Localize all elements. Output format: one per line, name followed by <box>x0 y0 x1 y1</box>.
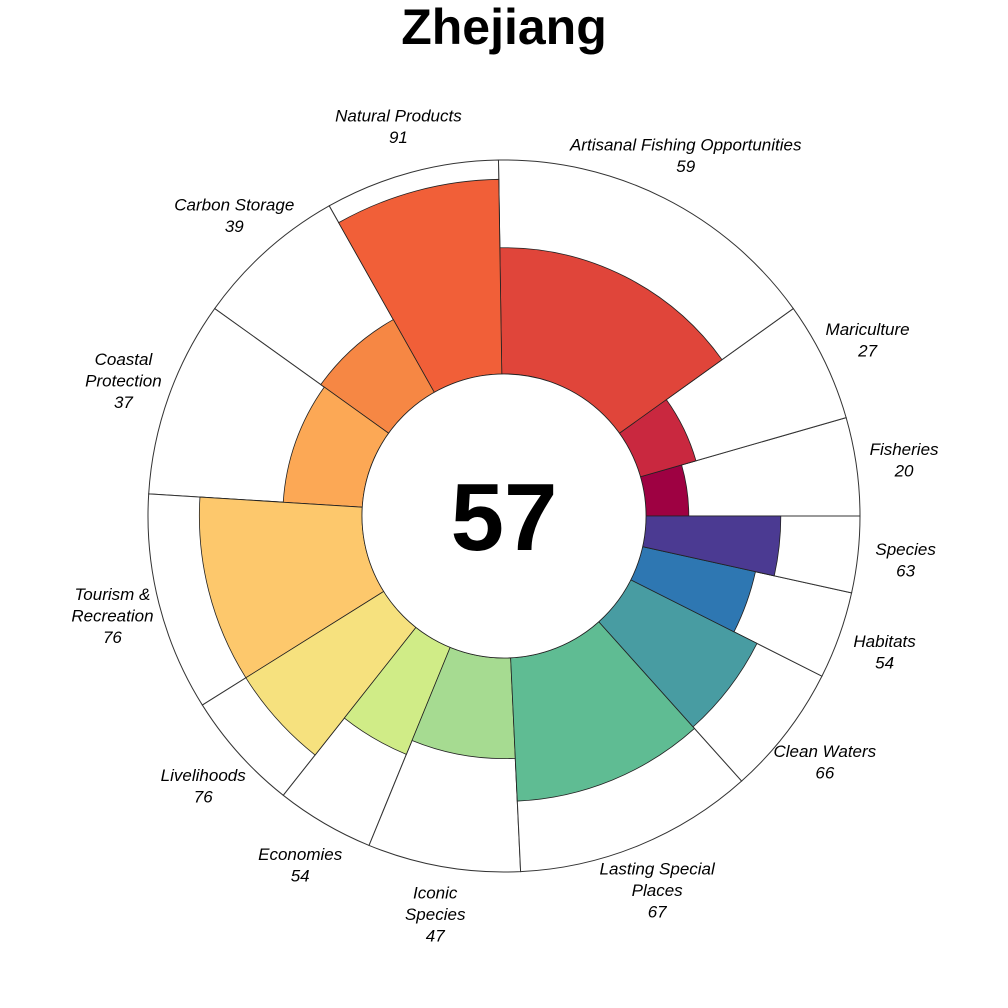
petal-value: 27 <box>857 342 877 361</box>
petal-label-iconic-species: Iconic Species 47 <box>405 884 466 946</box>
petal-name: Iconic <box>413 884 458 903</box>
petal-label-habitats: Habitats 54 <box>853 632 916 673</box>
petal-value: 76 <box>103 628 122 647</box>
petal-name: Protection <box>85 371 162 390</box>
petal-value: 67 <box>648 902 667 921</box>
petal-value: 39 <box>225 217 244 236</box>
petal-label-carbon-storage: Carbon Storage 39 <box>174 195 294 236</box>
petal-label-species: Species 63 <box>875 540 936 581</box>
petal-label-tourism-and-recreation: Tourism & Recreation 76 <box>71 585 153 647</box>
petal-name: Species <box>875 540 936 559</box>
flower-chart: Zhejiang 57 Fisheries 20 Mariculture 27 Arti… <box>71 0 939 946</box>
petal-name: Mariculture <box>826 320 910 339</box>
petal-name: Livelihoods <box>161 766 247 785</box>
petal-name: Habitats <box>853 632 916 651</box>
petal-name: Coastal <box>95 350 154 369</box>
chart-title: Zhejiang <box>401 0 607 55</box>
petal-label-artisanal-fishing-opportunities: Artisanal Fishing Opportunities 59 <box>569 135 802 176</box>
petal-name: Fisheries <box>870 440 939 459</box>
petal-name: Places <box>632 881 684 900</box>
petal-value: 37 <box>114 393 133 412</box>
petal-name: Lasting Special <box>599 859 716 878</box>
petal-name: Species <box>405 905 466 924</box>
petal-label-lasting-special-places: Lasting Special Places 67 <box>599 859 716 921</box>
petal-name: Natural Products <box>335 106 462 125</box>
petal-value: 66 <box>815 763 834 782</box>
petal-value: 54 <box>291 867 310 886</box>
petal-label-livelihoods: Livelihoods 76 <box>161 766 247 807</box>
petal-label-economies: Economies 54 <box>258 845 343 886</box>
petal-label-mariculture: Mariculture 27 <box>826 320 910 361</box>
petal-value: 54 <box>875 653 894 672</box>
petal-value: 20 <box>894 461 914 480</box>
petal-value: 47 <box>426 927 445 946</box>
petal-name: Tourism & <box>74 585 150 604</box>
petal-label-fisheries: Fisheries 20 <box>870 440 939 481</box>
petal-label-clean-waters: Clean Waters 66 <box>773 742 876 783</box>
petal-name: Clean Waters <box>773 742 876 761</box>
petal-value: 76 <box>194 787 213 806</box>
petal-name: Artisanal Fishing Opportunities <box>569 135 802 154</box>
overall-score: 57 <box>451 464 558 571</box>
petal-value: 59 <box>676 157 695 176</box>
petal-label-natural-products: Natural Products 91 <box>335 106 462 147</box>
petal-name: Economies <box>258 845 343 864</box>
petal-name: Carbon Storage <box>174 195 294 214</box>
petal-value: 63 <box>896 562 915 581</box>
petal-name: Recreation <box>71 606 153 625</box>
petal-value: 91 <box>389 128 408 147</box>
petal-label-coastal-protection: Coastal Protection 37 <box>85 350 162 412</box>
